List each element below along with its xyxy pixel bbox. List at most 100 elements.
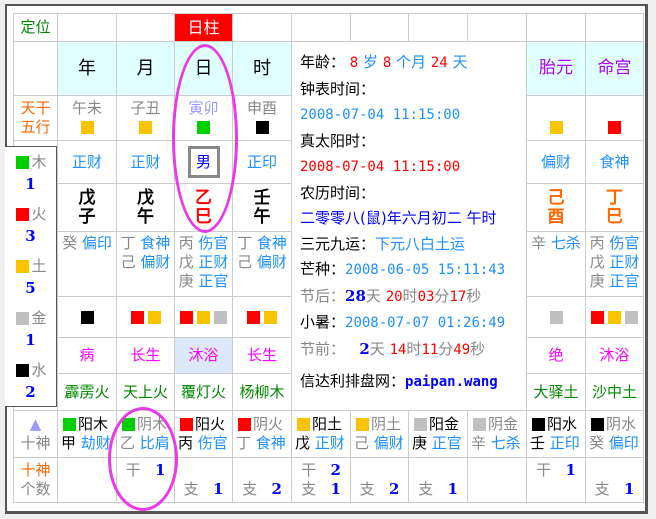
element-color-swatch [473, 418, 486, 431]
element-color-swatch [180, 310, 193, 324]
element-count: 5 [25, 279, 36, 297]
text: 24 [430, 55, 448, 71]
count-cell: 干 2支 1 [291, 457, 351, 503]
extra-hidden-cell: 辛 七杀 [526, 231, 586, 297]
pillar-chars-cell: 戊午 [116, 183, 175, 232]
element-color-swatch [356, 418, 369, 431]
element-color-swatch [130, 310, 144, 324]
legend-item: 木1 [5, 147, 56, 199]
text: 己 [237, 253, 253, 271]
text: 七杀 [550, 234, 581, 252]
legend-item: 水2 [5, 355, 56, 407]
count-cell: 支 1 [408, 457, 468, 503]
count-cell [57, 457, 117, 503]
extra-color-cell [585, 95, 644, 141]
extra-changsheng-cell: 沐浴 [585, 337, 644, 374]
element-color-swatch [147, 310, 161, 324]
text: 阴金 [488, 415, 519, 433]
lunar-time: 二零零八(鼠)年六月初二 午时 [300, 209, 497, 227]
text: 丁 [236, 434, 252, 452]
gender-badge: 男 [187, 146, 220, 178]
taiyuan-header: 胎元 [526, 41, 586, 96]
text: 阳金 [429, 415, 460, 433]
text: 支 [418, 480, 434, 498]
nayin-cell: 霹雳火 [57, 373, 117, 411]
pillar-header: 年 [78, 58, 96, 79]
text: 癸 [589, 434, 605, 452]
kongwang-cell: 午未 [57, 95, 117, 141]
hidden-stems-cell: 癸 偏印 [57, 231, 117, 297]
pillar-header-cell: 日 [174, 41, 233, 96]
element-color-swatch [63, 418, 76, 431]
text: 辛 [531, 234, 547, 252]
element-name: 土 [31, 257, 47, 275]
changsheng-cell: 病 [57, 337, 117, 374]
text: 己 [547, 187, 565, 208]
text: 戊 [78, 187, 96, 208]
text: 比肩 [139, 434, 170, 452]
cell [232, 13, 292, 42]
text: 支 [594, 480, 610, 498]
info-panel: 年龄： 8 岁 8 个月 24 天 钟表时间： 2008-07-04 11:15:… [291, 41, 527, 411]
text: 乙 [195, 187, 212, 208]
element-name: 火 [31, 205, 47, 223]
text: 下元八白土运 [375, 234, 466, 253]
nayin-cell: 天上火 [116, 373, 175, 411]
text: 17 [449, 288, 467, 305]
text: 农历时间： [300, 183, 376, 202]
cell [57, 13, 117, 42]
changsheng-cell: 沐浴 [174, 337, 233, 374]
text: 正官 [609, 272, 640, 290]
extra-god-cell: 偏财 [526, 140, 586, 184]
text: 辛 [471, 434, 487, 452]
count-cell [467, 457, 527, 503]
text: 丙 [589, 234, 605, 252]
text: 七杀 [490, 434, 521, 452]
shishen-count-label: 十神 个数 [13, 457, 58, 503]
text: 阳木 [78, 415, 109, 433]
element-color-swatch [549, 121, 563, 134]
text: 2008-06-05 15:11:43 [345, 262, 506, 278]
element-color-swatch [247, 310, 260, 324]
text: 14 [389, 341, 407, 358]
text: 寅卯 [188, 99, 219, 117]
pillar-header-cell: 年 [57, 41, 117, 96]
text: 壬 [253, 187, 271, 208]
element-color-swatch [255, 121, 269, 134]
text: 支 [301, 480, 317, 498]
text: 钟表时间： [300, 79, 376, 98]
text: 干 [536, 461, 552, 479]
text: 十神 [20, 461, 51, 479]
text: 芒种： [300, 260, 346, 278]
element-count: 1 [25, 331, 36, 349]
text: 庚 [589, 272, 605, 290]
text: 命宫 [597, 58, 632, 78]
text: 2 [330, 461, 341, 479]
text: 2 [359, 339, 370, 358]
text: 8 [349, 55, 359, 71]
text: 天 [452, 53, 468, 71]
text: 正财 [198, 253, 229, 271]
god-table-cell: 阳水壬 正印 [526, 410, 586, 458]
extra-chars-cell: 丁巳 [585, 183, 644, 232]
text: 1 [565, 461, 576, 479]
cell [585, 13, 644, 42]
element-color-swatch [80, 310, 94, 324]
text: 己 [354, 434, 370, 452]
hidden-colors-cell [174, 296, 233, 338]
text: 食神 [140, 234, 171, 252]
site-link[interactable]: paipan.wang [405, 374, 498, 390]
pillar-header-cell: 月 [116, 41, 175, 96]
element-name: 水 [31, 361, 47, 379]
god-table-cell: 阴金辛 七杀 [467, 410, 527, 458]
text: 支 [242, 480, 258, 498]
text: 沙中土 [591, 382, 637, 401]
text: 28 [345, 286, 366, 305]
count-cell: 支 1 [585, 457, 644, 503]
element-color-swatch [608, 310, 621, 324]
pillar-chars-cell: 壬午 [232, 183, 292, 232]
text: 阳水 [547, 415, 578, 433]
text: 小暑： [300, 313, 346, 331]
text: 2008-07-07 01:26:49 [345, 315, 506, 331]
text: 8 [382, 55, 392, 71]
